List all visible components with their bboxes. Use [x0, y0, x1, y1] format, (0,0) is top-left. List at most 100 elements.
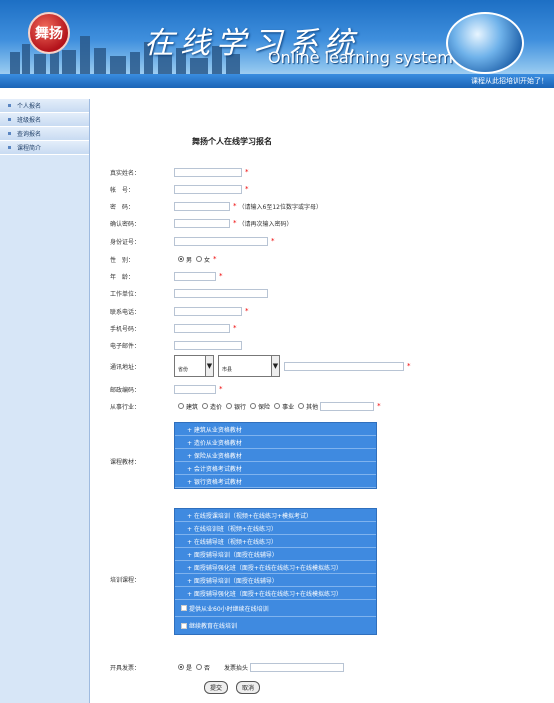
- dropdown-arrow-icon: ▼: [271, 356, 279, 376]
- email-input[interactable]: [174, 340, 242, 350]
- idcard-input[interactable]: [174, 236, 268, 246]
- invoice-title-input[interactable]: [250, 662, 345, 672]
- header-banner: 舞扬 在线学习系统 Online learning system 课程从此招培训…: [0, 0, 554, 88]
- city-select[interactable]: 市县 ▼: [218, 355, 280, 377]
- confirm-hint: （请再次输入密码）: [238, 220, 293, 228]
- row-account: 帐 号： *: [110, 183, 249, 195]
- field-label: 开具发票：: [110, 664, 141, 672]
- industry-other-input[interactable]: [320, 401, 375, 411]
- gender-female-radio[interactable]: [196, 256, 203, 262]
- training-option[interactable]: + 面授辅导培训（面授在线辅导）: [175, 548, 376, 561]
- field-label: 帐 号：: [110, 186, 135, 194]
- radio-label: 银行: [234, 403, 247, 411]
- sidebar: 个人报名 班级报名 查询报名 课程简介: [0, 99, 90, 703]
- required-mark: *: [219, 272, 223, 280]
- required-mark: *: [377, 402, 381, 410]
- work-unit-input[interactable]: [174, 288, 268, 298]
- row-confirm: 确认密码： * （请再次输入密码）: [110, 217, 293, 229]
- required-mark: *: [245, 185, 249, 193]
- training-check-option[interactable]: 继续教育在线培训: [175, 617, 376, 634]
- bullet-icon: [8, 104, 11, 107]
- sidebar-item-course-intro[interactable]: 课程简介: [0, 141, 89, 155]
- sidebar-item-label: 个人报名: [17, 103, 42, 110]
- age-input[interactable]: [174, 271, 216, 281]
- checkbox[interactable]: [181, 605, 187, 611]
- row-address: 通讯地址： 省份 ▼ 市县 ▼ *: [110, 353, 411, 379]
- radio-label: 其他: [306, 403, 319, 411]
- training-option[interactable]: + 面授辅导培训（面授在线辅导）: [175, 574, 376, 587]
- materials-option[interactable]: + 建筑从业资格教材: [175, 423, 376, 436]
- row-materials-label: 课程教材：: [110, 455, 174, 467]
- training-option[interactable]: + 面授辅导强化班（面授+在线在线练习+在线模拟练习）: [175, 561, 376, 574]
- row-password: 密 码： * （请输入6至12位数字或字母）: [110, 200, 322, 212]
- radio-label: 是: [186, 664, 193, 672]
- checkbox-label: 继续教育在线培训: [189, 623, 238, 630]
- training-option[interactable]: + 在线授课培训（视频+在线练习+模拟考试）: [175, 509, 376, 522]
- industry-radio[interactable]: [178, 403, 184, 409]
- field-label: 邮政编码：: [110, 386, 141, 394]
- row-invoice: 开具发票： 是 否 发票抬头: [110, 661, 345, 673]
- required-mark: *: [245, 307, 249, 315]
- realname-input[interactable]: [174, 167, 242, 177]
- required-mark: *: [245, 168, 249, 176]
- field-label: 身份证号：: [110, 238, 141, 246]
- radio-label: 建筑: [186, 403, 199, 411]
- required-mark: *: [219, 385, 223, 393]
- postcode-input[interactable]: [174, 384, 216, 394]
- required-mark: *: [407, 362, 411, 370]
- invoice-yes-radio[interactable]: [178, 664, 184, 670]
- password-input[interactable]: [174, 201, 230, 211]
- training-check-option[interactable]: 提供从业60小时继续在线培训: [175, 600, 376, 617]
- radio-label: 女: [204, 256, 211, 264]
- reset-button[interactable]: 取消: [236, 680, 261, 694]
- industry-radio[interactable]: [274, 403, 281, 409]
- globe-icon: [446, 12, 524, 74]
- training-option[interactable]: + 面授辅导强化班（面授+在线在线练习+在线模拟练习）: [175, 587, 376, 600]
- materials-option[interactable]: + 银行资格考试教材: [175, 475, 376, 488]
- bullet-icon: [8, 146, 11, 149]
- row-phone: 联系电话： *: [110, 305, 249, 317]
- materials-option[interactable]: + 会计资格考试教材: [175, 462, 376, 475]
- sidebar-item-class-signup[interactable]: 班级报名: [0, 113, 89, 127]
- province-select[interactable]: 省份 ▼: [174, 355, 214, 377]
- account-input[interactable]: [174, 184, 242, 194]
- invoice-no-radio[interactable]: [196, 664, 203, 670]
- select-value: 省份: [178, 367, 189, 373]
- mobile-input[interactable]: [174, 323, 230, 333]
- field-label: 密 码：: [110, 203, 135, 211]
- field-label: 从事行业：: [110, 403, 141, 411]
- materials-option[interactable]: + 造价从业资格教材: [175, 436, 376, 449]
- industry-radio[interactable]: [298, 403, 305, 409]
- industry-radio[interactable]: [250, 403, 257, 409]
- industry-radio[interactable]: [202, 403, 209, 409]
- confirm-password-input[interactable]: [174, 218, 230, 228]
- row-realname: 真实姓名： *: [110, 166, 249, 178]
- address-input[interactable]: [284, 361, 404, 371]
- required-mark: *: [213, 255, 217, 263]
- field-label: 联系电话：: [110, 308, 141, 316]
- sidebar-item-label: 查询报名: [17, 131, 42, 138]
- required-mark: *: [233, 202, 237, 210]
- field-label: 确认密码：: [110, 220, 141, 228]
- phone-input[interactable]: [174, 306, 242, 316]
- sidebar-item-query[interactable]: 查询报名: [0, 127, 89, 141]
- submit-button[interactable]: 提交: [204, 680, 229, 694]
- training-option[interactable]: + 在线培训班（视频+在线练习）: [175, 522, 376, 535]
- password-hint: （请输入6至12位数字或字母）: [238, 203, 322, 211]
- required-mark: *: [271, 237, 275, 245]
- checkbox[interactable]: [181, 622, 187, 629]
- training-option[interactable]: + 在线辅导班（视频+在线练习）: [175, 535, 376, 548]
- industry-radio[interactable]: [226, 403, 233, 409]
- materials-panel: + 建筑从业资格教材 + 造价从业资格教材 + 保险从业资格教材 + 会计资格考…: [174, 422, 377, 489]
- training-panel: + 在线授课培训（视频+在线练习+模拟考试） + 在线培训班（视频+在线练习） …: [174, 508, 377, 635]
- sidebar-item-label: 班级报名: [17, 117, 42, 124]
- marquee-text: 课程从此招培训开始了！: [471, 77, 548, 85]
- gender-male-radio[interactable]: [178, 256, 184, 262]
- signup-form: 舞扬个人在线学习报名 真实姓名： * 帐 号： * 密 码： * （请输入6至1…: [110, 99, 550, 703]
- materials-option[interactable]: + 保险从业资格教材: [175, 449, 376, 462]
- field-label: 课程教材：: [110, 458, 141, 466]
- row-email: 电子邮件：: [110, 339, 242, 351]
- row-gender: 性 别： 男 女 *: [110, 253, 217, 265]
- row-industry: 从事行业： 建筑 造价 银行 保险 事业 其他 *: [110, 400, 381, 412]
- sidebar-item-personal-signup[interactable]: 个人报名: [0, 99, 89, 113]
